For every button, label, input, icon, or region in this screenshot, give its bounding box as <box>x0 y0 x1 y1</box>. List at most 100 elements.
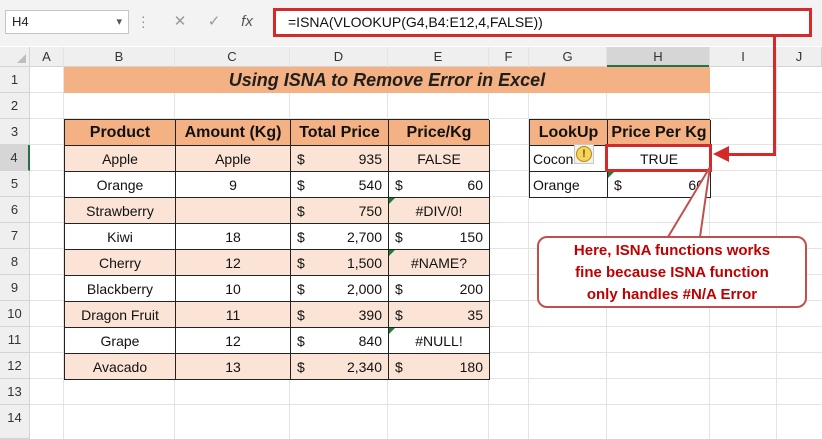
column-header-f[interactable]: F <box>489 47 529 67</box>
total-price-cell[interactable]: $935 <box>291 146 389 172</box>
cancel-icon[interactable]: ✕ <box>170 12 190 32</box>
chevron-down-icon[interactable]: ▾ <box>116 11 122 33</box>
drag-handle-icon[interactable]: · · · <box>141 9 147 33</box>
price-per-kg-cell[interactable]: #DIV/0! <box>389 198 490 224</box>
gridline <box>30 404 822 405</box>
arrowhead-icon <box>713 146 729 162</box>
error-indicator-icon <box>389 198 395 204</box>
column-header-d[interactable]: D <box>290 47 388 67</box>
currency-symbol: $ <box>395 307 403 323</box>
price-per-kg-cell[interactable]: $35 <box>389 302 490 328</box>
currency-symbol: $ <box>297 151 305 167</box>
table-header-cell[interactable]: LookUp <box>530 120 608 146</box>
currency-symbol: $ <box>297 281 305 297</box>
total-price-cell[interactable]: $2,000 <box>291 276 389 302</box>
price-per-kg-cell[interactable]: $200 <box>389 276 490 302</box>
column-header-j[interactable]: J <box>777 47 822 67</box>
callout-line: fine because ISNA function <box>575 264 769 281</box>
amount-cell[interactable]: 9 <box>176 172 291 198</box>
column-header-h[interactable]: H <box>607 47 710 67</box>
column-header-i[interactable]: I <box>710 47 777 67</box>
error-indicator-icon <box>389 250 395 256</box>
price-per-kg-value: 35 <box>467 307 483 323</box>
column-header-e[interactable]: E <box>388 47 489 67</box>
formula-input[interactable]: =ISNA(VLOOKUP(G4,B4:E12,4,FALSE)) <box>273 8 812 37</box>
product-cell[interactable]: Grape <box>65 328 176 354</box>
table-header-cell[interactable]: Total Price <box>291 120 389 146</box>
currency-symbol: $ <box>614 177 622 193</box>
amount-cell[interactable]: 12 <box>176 250 291 276</box>
product-cell[interactable]: Cherry <box>65 250 176 276</box>
table-header-cell[interactable]: Price/Kg <box>389 120 490 146</box>
total-price-value: 540 <box>358 177 382 193</box>
currency-symbol: $ <box>297 229 305 245</box>
total-price-value: 840 <box>358 333 382 349</box>
column-header-c[interactable]: C <box>175 47 290 67</box>
product-cell[interactable]: Strawberry <box>65 198 176 224</box>
currency-symbol: $ <box>395 281 403 297</box>
row-header-9[interactable]: 9 <box>0 275 30 301</box>
product-cell[interactable]: Avacado <box>65 354 176 380</box>
row-header-5[interactable]: 5 <box>0 171 30 197</box>
price-per-kg-cell[interactable]: $180 <box>389 354 490 380</box>
product-cell[interactable]: Apple <box>65 146 176 172</box>
row-header-8[interactable]: 8 <box>0 249 30 275</box>
currency-symbol: $ <box>297 307 305 323</box>
row-header-1[interactable]: 1 <box>0 67 30 93</box>
row-header-11[interactable]: 11 <box>0 327 30 353</box>
insert-function-button[interactable]: fx <box>236 12 258 32</box>
amount-cell[interactable]: 11 <box>176 302 291 328</box>
price-per-kg-cell[interactable]: FALSE <box>389 146 490 172</box>
currency-symbol: $ <box>297 255 305 271</box>
select-all-corner[interactable] <box>0 47 30 67</box>
sheet-title[interactable]: Using ISNA to Remove Error in Excel <box>64 67 710 93</box>
currency-symbol: $ <box>395 177 403 193</box>
annotation-callout: Here, ISNA functions works fine because … <box>537 236 807 308</box>
row-header-6[interactable]: 6 <box>0 197 30 223</box>
amount-cell[interactable]: 12 <box>176 328 291 354</box>
row-header-12[interactable]: 12 <box>0 353 30 379</box>
enter-icon[interactable]: ✓ <box>204 12 224 32</box>
price-per-kg-value: 180 <box>459 359 483 375</box>
row-header-7[interactable]: 7 <box>0 223 30 249</box>
price-per-kg-cell[interactable]: $60 <box>389 172 490 198</box>
amount-cell[interactable]: Apple <box>176 146 291 172</box>
total-price-cell[interactable]: $390 <box>291 302 389 328</box>
column-header-a[interactable]: A <box>30 47 64 67</box>
product-cell[interactable]: Dragon Fruit <box>65 302 176 328</box>
price-per-kg-cell[interactable]: #NAME? <box>389 250 490 276</box>
row-header-4[interactable]: 4 <box>0 145 30 171</box>
price-per-kg-value: 60 <box>467 177 483 193</box>
column-header-g[interactable]: G <box>529 47 607 67</box>
amount-cell[interactable]: 10 <box>176 276 291 302</box>
row-header-3[interactable]: 3 <box>0 119 30 145</box>
price-per-kg-cell[interactable]: $150 <box>389 224 490 250</box>
total-price-cell[interactable]: $2,700 <box>291 224 389 250</box>
amount-cell[interactable] <box>176 198 291 224</box>
row-header-10[interactable]: 10 <box>0 301 30 327</box>
total-price-value: 2,700 <box>346 229 382 245</box>
row-header-2[interactable]: 2 <box>0 93 30 119</box>
table-header-cell[interactable]: Price Per Kg <box>608 120 711 146</box>
total-price-cell[interactable]: $750 <box>291 198 389 224</box>
total-price-cell[interactable]: $540 <box>291 172 389 198</box>
amount-cell[interactable]: 18 <box>176 224 291 250</box>
name-box[interactable]: H4 ▾ <box>5 10 129 34</box>
column-header-b[interactable]: B <box>64 47 175 67</box>
callout-line: Here, ISNA functions works <box>573 242 771 259</box>
table-header-cell[interactable]: Amount (Kg) <box>176 120 291 146</box>
total-price-cell[interactable]: $840 <box>291 328 389 354</box>
product-cell[interactable]: Kiwi <box>65 224 176 250</box>
lookup-value-cell[interactable]: Orange <box>530 172 608 198</box>
table-header-cell[interactable]: Product <box>65 120 176 146</box>
lookup-value-cell[interactable]: Coconut <box>530 146 608 172</box>
total-price-cell[interactable]: $1,500 <box>291 250 389 276</box>
total-price-cell[interactable]: $2,340 <box>291 354 389 380</box>
amount-cell[interactable]: 13 <box>176 354 291 380</box>
warning-icon[interactable]: ! <box>576 146 592 162</box>
row-header-13[interactable]: 13 <box>0 379 30 405</box>
row-header-14[interactable]: 14 <box>0 405 30 439</box>
price-per-kg-cell[interactable]: #NULL! <box>389 328 490 354</box>
product-cell[interactable]: Blackberry <box>65 276 176 302</box>
product-cell[interactable]: Orange <box>65 172 176 198</box>
